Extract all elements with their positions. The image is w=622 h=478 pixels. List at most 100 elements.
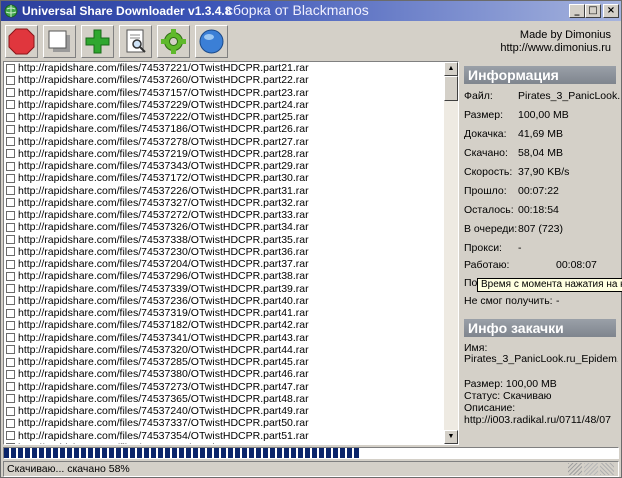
row-checkbox[interactable] — [6, 75, 15, 85]
list-item[interactable]: http://rapidshare.com/files/74537285/OTw… — [4, 356, 444, 368]
row-checkbox[interactable] — [6, 443, 15, 444]
list-item[interactable]: http://rapidshare.com/files/74537354/OTw… — [4, 430, 444, 442]
row-checkbox[interactable] — [6, 100, 15, 110]
row-checkbox[interactable] — [6, 210, 15, 220]
row-checkbox[interactable] — [6, 161, 15, 171]
row-checkbox[interactable] — [6, 308, 15, 318]
list-item[interactable]: http://rapidshare.com/files/74537260/OTw… — [4, 74, 444, 86]
scroll-up-arrow-icon[interactable]: ▲ — [444, 62, 458, 76]
row-checkbox[interactable] — [6, 333, 15, 343]
document-search-button[interactable] — [119, 25, 152, 58]
row-checkbox[interactable] — [6, 320, 15, 330]
list-item[interactable]: http://rapidshare.com/files/74537278/OTw… — [4, 136, 444, 148]
list-item[interactable]: http://rapidshare.com/files/74537172/OTw… — [4, 172, 444, 184]
list-item[interactable]: http://rapidshare.com/files/74537365/OTw… — [4, 393, 444, 405]
row-checkbox[interactable] — [6, 271, 15, 281]
list-item[interactable]: http://rapidshare.com/files/74537252/OTw… — [4, 442, 444, 444]
row-checkbox[interactable] — [6, 186, 15, 196]
main-window: Universal Share Downloader v1.3.4.8 сбор… — [0, 0, 622, 478]
site-link[interactable]: http://www.dimonius.ru — [500, 42, 611, 55]
row-checkbox[interactable] — [6, 284, 15, 294]
maximize-button[interactable]: □ — [585, 4, 601, 18]
download-name-label: Имя: — [464, 343, 488, 354]
minimize-button[interactable]: _ — [569, 4, 585, 18]
row-checkbox[interactable] — [6, 369, 15, 379]
list-item[interactable]: http://rapidshare.com/files/74537230/OTw… — [4, 246, 444, 258]
row-checkbox[interactable] — [6, 235, 15, 245]
list-item[interactable]: http://rapidshare.com/files/74537339/OTw… — [4, 283, 444, 295]
info-downloaded: Докачка: 41,69 MB — [464, 128, 620, 142]
row-checkbox[interactable] — [6, 88, 15, 98]
vertical-scrollbar[interactable]: ▲ ▼ — [444, 62, 458, 444]
list-item[interactable]: http://rapidshare.com/files/74537222/OTw… — [4, 111, 444, 123]
list-item[interactable]: http://rapidshare.com/files/74537319/OTw… — [4, 307, 444, 319]
settings-button[interactable] — [157, 25, 190, 58]
list-item[interactable]: http://rapidshare.com/files/74537343/OTw… — [4, 160, 444, 172]
list-item[interactable]: http://rapidshare.com/files/74537236/OTw… — [4, 295, 444, 307]
list-item[interactable]: http://rapidshare.com/files/74537182/OTw… — [4, 319, 444, 331]
list-item[interactable]: http://rapidshare.com/files/74537338/OTw… — [4, 234, 444, 246]
row-checkbox[interactable] — [6, 259, 15, 269]
list-item[interactable]: http://rapidshare.com/files/74537204/OTw… — [4, 258, 444, 270]
list-item[interactable]: http://rapidshare.com/files/74537326/OTw… — [4, 221, 444, 233]
row-checkbox[interactable] — [6, 173, 15, 183]
stop-button[interactable] — [5, 25, 38, 58]
row-checkbox[interactable] — [6, 63, 15, 73]
row-checkbox[interactable] — [6, 345, 15, 355]
row-checkbox[interactable] — [6, 296, 15, 306]
row-link-text: http://rapidshare.com/files/74537252/OTw… — [18, 442, 309, 444]
title-bar[interactable]: Universal Share Downloader v1.3.4.8 сбор… — [1, 1, 621, 21]
row-link-text: http://rapidshare.com/files/74537278/OTw… — [18, 135, 309, 148]
document-search-icon — [126, 29, 146, 53]
download-info-header: Инфо закачки — [464, 319, 616, 337]
list-item[interactable]: http://rapidshare.com/files/74537229/OTw… — [4, 99, 444, 111]
list-item[interactable]: http://rapidshare.com/files/74537327/OTw… — [4, 197, 444, 209]
add-link-button[interactable] — [81, 25, 114, 58]
row-checkbox[interactable] — [6, 406, 15, 416]
info-remaining: Осталось: 00:18:54 — [464, 204, 620, 218]
info-speed: Скорость: 37,90 KB/s — [464, 166, 620, 180]
scroll-thumb[interactable] — [444, 76, 458, 101]
list-item[interactable]: http://rapidshare.com/files/74537157/OTw… — [4, 87, 444, 99]
row-checkbox[interactable] — [6, 431, 15, 441]
row-checkbox[interactable] — [6, 149, 15, 159]
info-remaining-label: Осталось: — [464, 204, 514, 216]
row-checkbox[interactable] — [6, 247, 15, 257]
list-item[interactable]: http://rapidshare.com/files/74537337/OTw… — [4, 417, 444, 429]
list-item[interactable]: http://rapidshare.com/files/74537273/OTw… — [4, 381, 444, 393]
list-item[interactable]: http://rapidshare.com/files/74537221/OTw… — [4, 62, 444, 74]
row-checkbox[interactable] — [6, 394, 15, 404]
list-item[interactable]: http://rapidshare.com/files/74537341/OTw… — [4, 332, 444, 344]
list-item[interactable]: http://rapidshare.com/files/74537186/OTw… — [4, 123, 444, 135]
row-link-text: http://rapidshare.com/files/74537354/OTw… — [18, 429, 309, 442]
close-button[interactable]: × — [603, 4, 619, 18]
row-link-text: http://rapidshare.com/files/74537230/OTw… — [18, 245, 309, 258]
tray-tool-icon[interactable] — [584, 463, 598, 475]
row-checkbox[interactable] — [6, 137, 15, 147]
row-checkbox[interactable] — [6, 112, 15, 122]
row-checkbox[interactable] — [6, 418, 15, 428]
download-name-value: Pirates_3_PanicLook.ru_Epidem.rar — [464, 354, 618, 365]
list-item[interactable]: http://rapidshare.com/files/74537240/OTw… — [4, 405, 444, 417]
list-item[interactable]: http://rapidshare.com/files/74537226/OTw… — [4, 185, 444, 197]
scroll-down-arrow-icon[interactable]: ▼ — [444, 430, 458, 444]
list-item[interactable]: http://rapidshare.com/files/74537320/OTw… — [4, 344, 444, 356]
download-desc-value[interactable]: http://i003.radikal.ru/0711/48/07 — [464, 415, 618, 426]
list-item[interactable]: http://rapidshare.com/files/74537219/OTw… — [4, 148, 444, 160]
row-checkbox[interactable] — [6, 124, 15, 134]
tray-check-icon[interactable] — [600, 463, 614, 475]
list-item[interactable]: http://rapidshare.com/files/74537296/OTw… — [4, 270, 444, 282]
links-list[interactable]: http://rapidshare.com/files/74537221/OTw… — [3, 61, 459, 445]
row-link-text: http://rapidshare.com/files/74537226/OTw… — [18, 184, 309, 197]
status-bar: Скачиваю... скачано 58% — [3, 461, 619, 477]
web-button[interactable] — [195, 25, 228, 58]
list-item[interactable]: http://rapidshare.com/files/74537272/OTw… — [4, 209, 444, 221]
list-item[interactable]: http://rapidshare.com/files/74537380/OTw… — [4, 368, 444, 380]
row-checkbox[interactable] — [6, 222, 15, 232]
row-checkbox[interactable] — [6, 382, 15, 392]
new-window-button[interactable] — [43, 25, 76, 58]
row-checkbox[interactable] — [6, 357, 15, 367]
info-speed-value: 37,90 KB/s — [518, 166, 570, 178]
row-link-text: http://rapidshare.com/files/74537380/OTw… — [18, 368, 309, 381]
row-checkbox[interactable] — [6, 198, 15, 208]
